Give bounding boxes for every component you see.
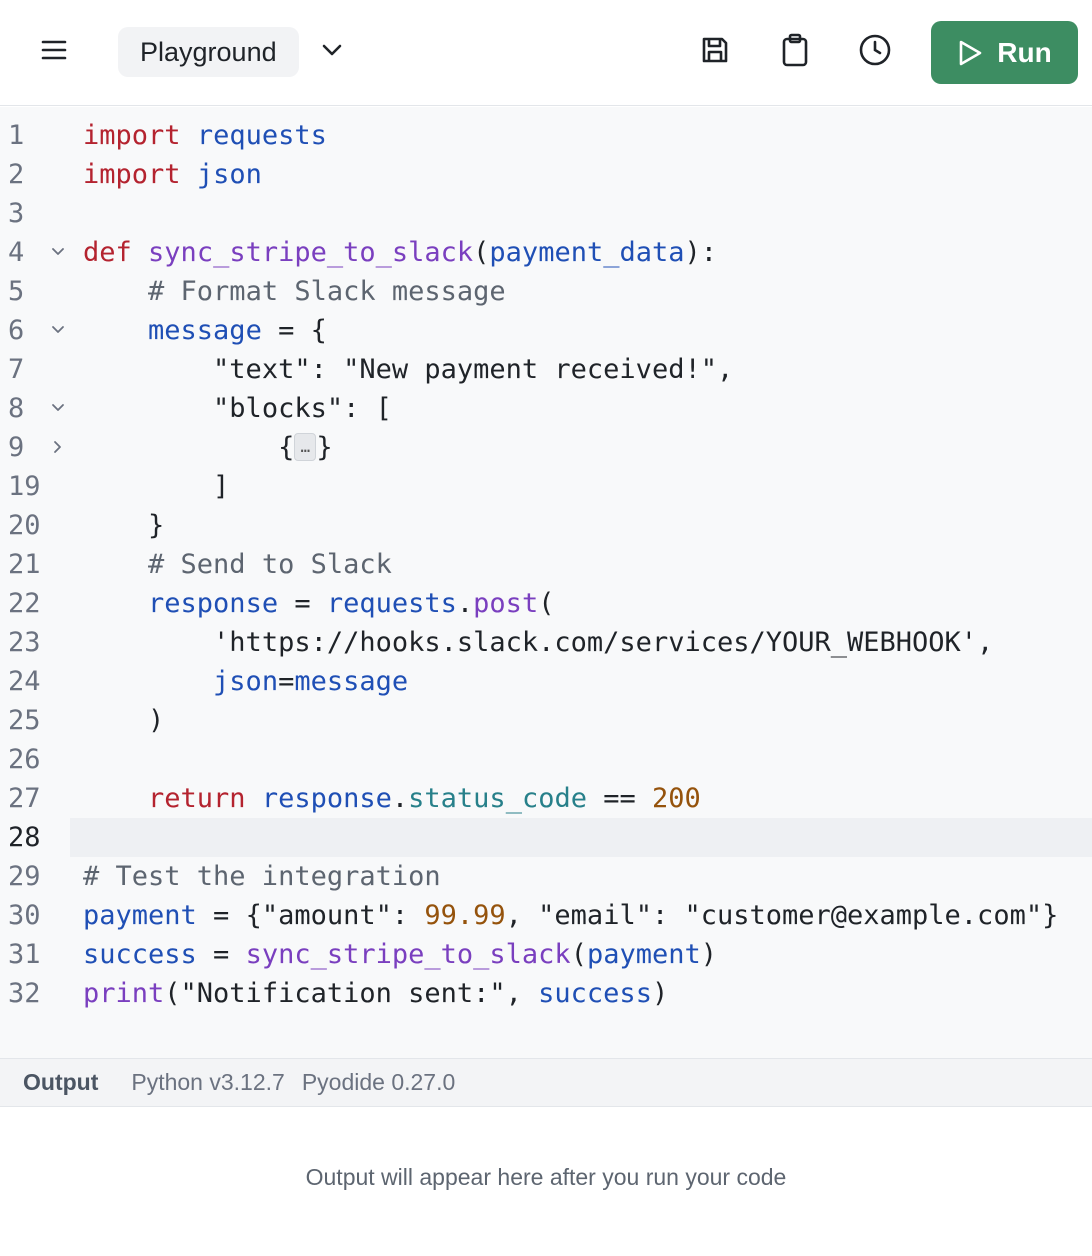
code-text: "text": "New payment received!", (213, 354, 734, 385)
clipboard-icon (779, 33, 811, 72)
line-number: 2 (8, 159, 25, 190)
code-text: response = requests.post( (148, 588, 555, 619)
line-number: 24 (8, 666, 41, 697)
line-number: 8 (8, 393, 25, 424)
code-line[interactable]: 30 payment = {"amount": 99.99, "email": "… (0, 896, 1092, 935)
code-line[interactable]: 7 "text": "New payment received!", (0, 350, 1092, 389)
code-text: "blocks": [ (213, 393, 392, 424)
line-number: 19 (8, 471, 41, 502)
line-number: 28 (8, 822, 41, 853)
code-text: # Format Slack message (148, 276, 506, 307)
fold-chevron-down-icon[interactable] (50, 241, 66, 263)
code-line[interactable]: 5 # Format Slack message (0, 272, 1092, 311)
line-number: 22 (8, 588, 41, 619)
code-text: print("Notification sent:", success) (83, 978, 669, 1009)
code-line[interactable]: 6 message = { (0, 311, 1092, 350)
pyodide-version: Pyodide 0.27.0 (301, 1069, 456, 1095)
code-line[interactable]: 26 (0, 740, 1092, 779)
code-text: ] (83, 471, 230, 502)
code-line[interactable]: 1 import requests (0, 116, 1092, 155)
playground-title: Playground (140, 36, 277, 67)
code-editor[interactable]: 1 import requests 2 import json 3 4 def sync_s… (0, 107, 1092, 1058)
code-line[interactable]: 24 json=message (0, 662, 1092, 701)
code-text: import requests (83, 120, 327, 151)
code-text: ) (83, 705, 165, 736)
code-line[interactable]: 9 {…} (0, 428, 1092, 467)
chevron-down-icon (321, 43, 343, 62)
code-text: } (83, 510, 165, 541)
line-number: 7 (8, 354, 25, 385)
code-line[interactable]: 28 (0, 818, 1092, 857)
line-number: 31 (8, 939, 41, 970)
code-line[interactable]: 21 # Send to Slack (0, 545, 1092, 584)
code-text: 'https://hooks.slack.com/services/YOUR_W… (213, 627, 994, 658)
line-number: 4 (8, 237, 25, 268)
code-text: json=message (213, 666, 409, 697)
line-number: 20 (8, 510, 41, 541)
history-button[interactable] (853, 30, 897, 74)
code-text: message = { (148, 315, 327, 346)
line-number: 1 (8, 120, 25, 151)
line-number: 30 (8, 900, 41, 931)
code-text: def sync_stripe_to_slack(payment_data): (83, 237, 718, 268)
code-text: payment = {"amount": 99.99, "email": "cu… (83, 900, 1059, 931)
code-line[interactable]: 23 'https://hooks.slack.com/services/YOU… (0, 623, 1092, 662)
line-number: 21 (8, 549, 41, 580)
code-text: return response.status_code == 200 (148, 783, 701, 814)
title-dropdown-button[interactable] (312, 32, 352, 72)
output-status-bar: Output Python v3.12.7 Pyodide 0.27.0 (0, 1058, 1092, 1107)
code-line[interactable]: 19 ] (0, 467, 1092, 506)
run-button[interactable]: Run (931, 21, 1078, 84)
code-line[interactable]: 25 ) (0, 701, 1092, 740)
code-line[interactable]: 3 (0, 194, 1092, 233)
line-number: 3 (8, 198, 25, 229)
python-version: Python v3.12.7 (131, 1069, 285, 1095)
save-button[interactable] (693, 30, 737, 74)
history-icon (858, 33, 892, 72)
code-line[interactable]: 4 def sync_stripe_to_slack(payment_data): (0, 233, 1092, 272)
playground-title-button[interactable]: Playground (118, 27, 299, 77)
toolbar: Playground Run (0, 0, 1092, 106)
save-icon (699, 34, 731, 71)
fold-chevron-right-icon[interactable] (50, 436, 66, 458)
code-line[interactable]: 8 "blocks": [ (0, 389, 1092, 428)
code-line[interactable]: 31 success = sync_stripe_to_slack(payment… (0, 935, 1092, 974)
line-number: 23 (8, 627, 41, 658)
line-number: 27 (8, 783, 41, 814)
play-icon (957, 39, 983, 67)
line-number: 26 (8, 744, 41, 775)
line-number: 6 (8, 315, 25, 346)
code-text: # Test the integration (83, 861, 441, 892)
code-text: {…} (83, 432, 333, 463)
line-number: 29 (8, 861, 41, 892)
run-label: Run (997, 36, 1052, 68)
line-number: 5 (8, 276, 25, 307)
folded-placeholder[interactable]: … (294, 432, 317, 461)
code-line[interactable]: 20 } (0, 506, 1092, 545)
code-text: import json (83, 159, 262, 190)
line-number: 25 (8, 705, 41, 736)
code-line[interactable]: 2 import json (0, 155, 1092, 194)
code-line[interactable]: 27 return response.status_code == 200 (0, 779, 1092, 818)
menu-icon (41, 39, 67, 66)
code-text: # Send to Slack (148, 549, 392, 580)
output-placeholder: Output will appear here after you run yo… (305, 1164, 787, 1190)
line-number: 32 (8, 978, 41, 1009)
fold-chevron-down-icon[interactable] (50, 319, 66, 341)
code-line[interactable]: 22 response = requests.post( (0, 584, 1092, 623)
output-label: Output (23, 1069, 99, 1095)
output-panel: Output will appear here after you run yo… (0, 1107, 1092, 1256)
code-line[interactable]: 29 # Test the integration (0, 857, 1092, 896)
code-text: success = sync_stripe_to_slack(payment) (83, 939, 718, 970)
copy-button[interactable] (773, 30, 817, 74)
line-number: 9 (8, 432, 25, 463)
fold-chevron-down-icon[interactable] (50, 397, 66, 419)
menu-button[interactable] (30, 34, 78, 70)
code-line[interactable]: 32 print("Notification sent:", success) (0, 974, 1092, 1013)
